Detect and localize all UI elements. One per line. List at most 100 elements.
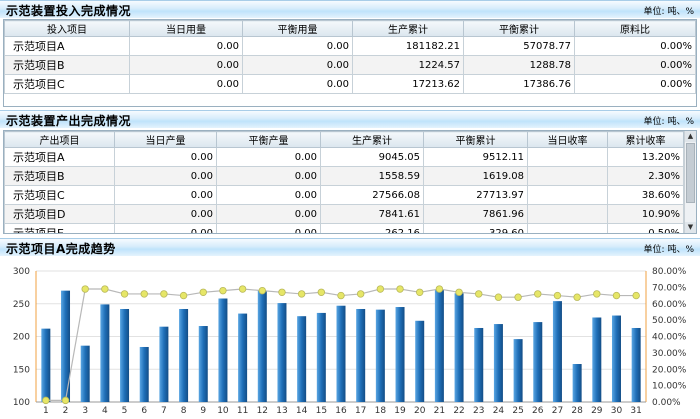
bar: [356, 308, 366, 402]
output-table-row[interactable]: 示范项目D 0.00 0.00 7841.61 7861.96 10.90%: [4, 204, 684, 224]
output-table-row[interactable]: 示范项目C 0.00 0.00 27566.08 27713.97 38.60%: [4, 185, 684, 205]
trend-section-header: 示范项目A完成趋势 单位: 吨、%: [0, 238, 700, 256]
output-cell: [527, 204, 608, 224]
input-table-row[interactable]: 示范项目B 0.00 0.00 1224.57 1288.78 0.00%: [4, 55, 696, 75]
output-section-title: 示范装置产出完成情况: [6, 114, 132, 128]
x-tick-label: 22: [453, 406, 464, 416]
input-col-header[interactable]: 平衡用量: [242, 20, 353, 37]
bar: [100, 304, 110, 402]
line-point: [219, 286, 227, 295]
input-section-unit: 单位: 吨、%: [643, 7, 694, 17]
output-cell: [527, 185, 608, 205]
bar: [80, 345, 90, 402]
input-table-row[interactable]: 示范项目A 0.00 0.00 181182.21 57078.77 0.00%: [4, 36, 696, 56]
x-tick-label: 24: [493, 406, 505, 416]
input-col-header[interactable]: 当日用量: [129, 20, 243, 37]
output-col-header[interactable]: 平衡产量: [216, 131, 321, 148]
input-cell: 1224.57: [352, 55, 464, 75]
line-point: [337, 291, 345, 300]
bar: [533, 322, 543, 402]
output-cell: [527, 223, 608, 233]
x-tick-label: 8: [181, 406, 187, 416]
output-cell: 13.20%: [607, 147, 684, 167]
bar: [336, 305, 346, 402]
y-right-tick-label: 20.00%: [652, 365, 687, 375]
output-col-header[interactable]: 累计收率: [607, 131, 684, 148]
output-table-scrollbar[interactable]: ▲ ▼: [684, 131, 696, 233]
line-point: [238, 285, 247, 293]
line-point: [534, 290, 542, 298]
x-tick-label: 31: [630, 406, 641, 416]
line-point: [317, 288, 326, 296]
scroll-down-icon[interactable]: ▼: [685, 222, 696, 233]
output-table-row[interactable]: 示范项目A 0.00 0.00 9045.05 9512.11 13.20%: [4, 147, 684, 167]
scroll-thumb[interactable]: [686, 143, 695, 203]
x-tick-label: 1: [43, 406, 49, 416]
output-cell: 0.00: [114, 185, 217, 205]
output-col-header[interactable]: 生产累计: [320, 131, 424, 148]
line-point: [278, 288, 286, 296]
y-right-tick-label: 10.00%: [652, 382, 687, 392]
input-section-title: 示范装置投入完成情况: [6, 4, 132, 18]
output-col-header[interactable]: 平衡累计: [423, 131, 528, 148]
bar: [198, 326, 208, 402]
bar: [277, 303, 287, 402]
input-table-container: 投入项目 当日用量 平衡用量 生产累计 平衡累计 原料比 示范项目A 0.00 0.00 181…: [3, 19, 697, 107]
x-tick-label: 11: [237, 406, 248, 416]
line-point: [435, 285, 444, 293]
y-left-tick-label: 300: [13, 267, 30, 277]
input-col-header[interactable]: 平衡累计: [463, 20, 575, 37]
output-cell: 0.00: [114, 166, 217, 186]
output-col-header[interactable]: 当日收率: [527, 131, 608, 148]
x-tick-label: 9: [200, 406, 206, 416]
input-cell: 0.00: [129, 55, 243, 75]
bar: [297, 316, 307, 402]
line-point: [356, 290, 365, 298]
x-tick-label: 15: [316, 406, 327, 416]
bar: [631, 327, 641, 402]
y-right-tick-label: 50.00%: [652, 316, 687, 326]
bar: [611, 315, 621, 402]
input-table: 投入项目 当日用量 平衡用量 生产累计 平衡累计 原料比 示范项目A 0.00 0.00 181…: [4, 20, 696, 94]
input-col-header[interactable]: 原料比: [574, 20, 696, 37]
output-item-name: 示范项目D: [4, 204, 115, 224]
x-tick-label: 4: [102, 406, 108, 416]
y-right-tick-label: 70.00%: [652, 283, 687, 293]
output-cell: 7861.96: [423, 204, 528, 224]
input-table-row[interactable]: 示范项目C 0.00 0.00 17213.62 17386.76 0.00%: [4, 74, 696, 94]
output-table-row[interactable]: 示范项目E 0.00 0.00 262.16 329.60 0.50%: [4, 223, 684, 233]
output-table-row[interactable]: 示范项目B 0.00 0.00 1558.59 1619.08 2.30%: [4, 166, 684, 186]
bar: [238, 313, 248, 402]
bar: [375, 309, 385, 402]
output-cell: 2.30%: [607, 166, 684, 186]
x-tick-label: 17: [355, 406, 366, 416]
line-point: [455, 288, 463, 296]
x-tick-label: 29: [591, 406, 603, 416]
output-cell: [527, 147, 608, 167]
input-cell: 0.00: [129, 74, 243, 94]
bar: [41, 328, 51, 402]
y-right-tick-label: 40.00%: [652, 333, 687, 343]
input-col-header[interactable]: 生产累计: [352, 20, 464, 37]
line-point: [61, 396, 70, 405]
output-cell: 0.00: [114, 223, 217, 233]
output-col-header[interactable]: 产出项目: [4, 131, 115, 148]
input-col-header[interactable]: 投入项目: [4, 20, 130, 37]
line-point: [160, 290, 168, 298]
scroll-up-icon[interactable]: ▲: [685, 131, 696, 142]
line-point: [553, 291, 562, 300]
line-point: [573, 293, 581, 301]
output-cell: 0.00: [216, 223, 321, 233]
output-col-header[interactable]: 当日产量: [114, 131, 217, 148]
line-point: [632, 291, 640, 300]
line-point: [199, 288, 207, 296]
x-tick-label: 19: [394, 406, 406, 416]
input-cell: 0.00%: [574, 55, 696, 75]
y-right-tick-label: 60.00%: [652, 300, 687, 310]
x-tick-label: 30: [611, 406, 623, 416]
output-cell: 0.00: [114, 204, 217, 224]
line-point: [42, 396, 50, 405]
line-point: [612, 291, 621, 300]
x-tick-label: 20: [414, 406, 426, 416]
output-cell: 0.00: [216, 185, 321, 205]
